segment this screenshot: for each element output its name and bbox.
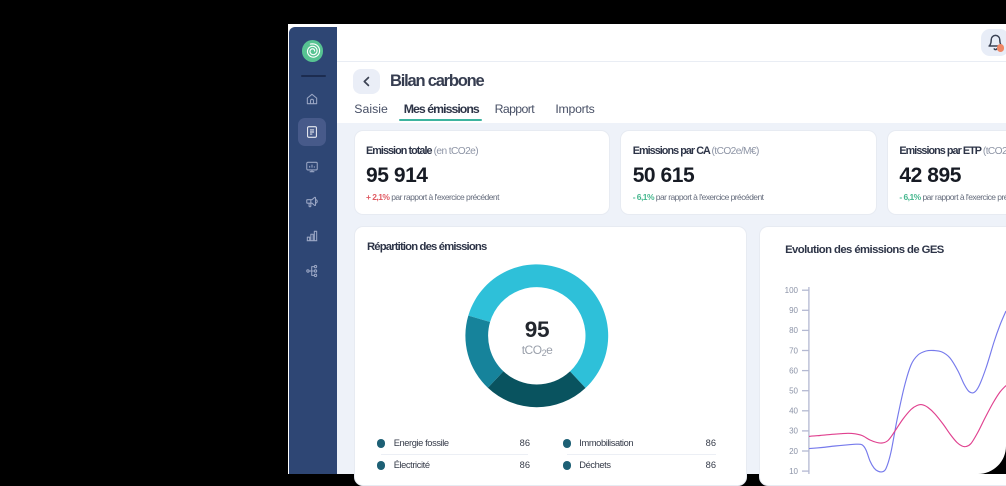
svg-text:90: 90 [789,306,798,315]
svg-text:80: 80 [789,326,798,335]
svg-text:20: 20 [789,447,798,456]
svg-text:30: 30 [789,427,798,436]
svg-text:60: 60 [789,366,798,375]
svg-text:100: 100 [785,286,799,295]
svg-text:70: 70 [789,346,798,355]
svg-text:50: 50 [789,387,798,396]
svg-text:10: 10 [789,467,798,474]
svg-text:40: 40 [789,407,798,416]
